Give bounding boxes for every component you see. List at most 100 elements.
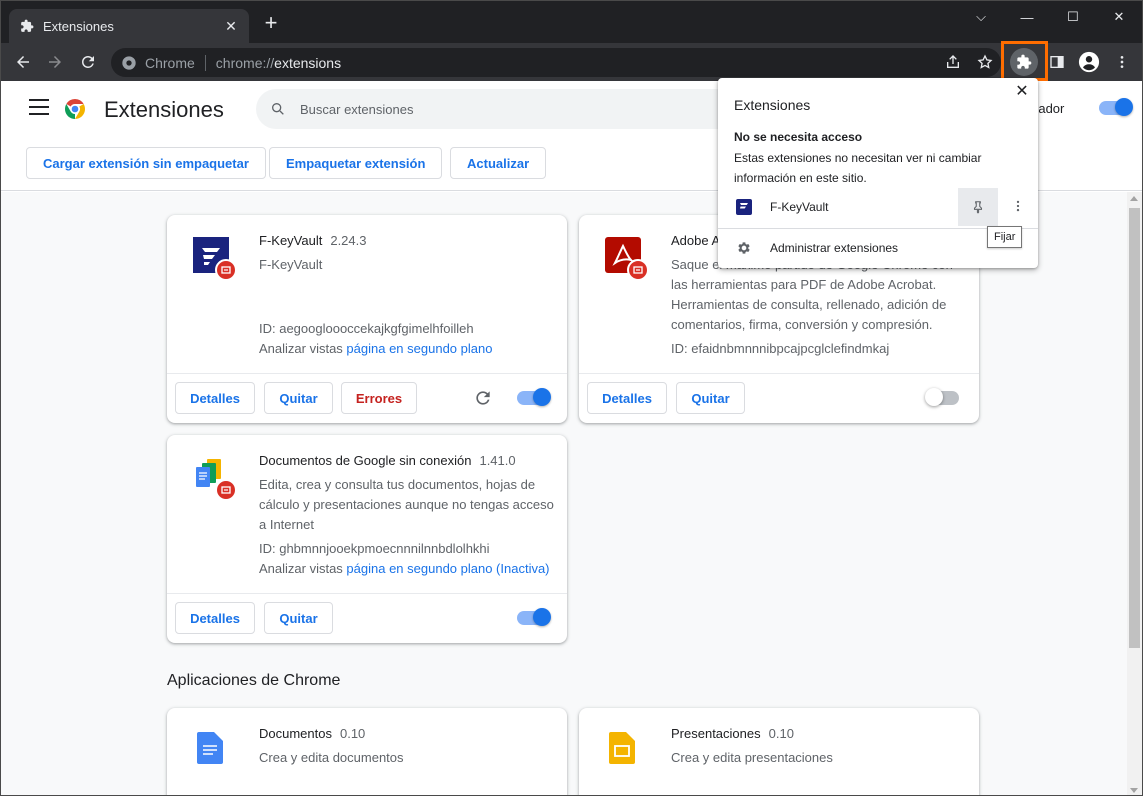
enable-toggle[interactable] [925,388,959,406]
details-button[interactable]: Detalles [587,382,667,414]
extension-name: Adobe A [671,233,721,248]
extension-card-fkeyvault: F-KeyVault 2.24.3 F-KeyVault ID: aegooglo… [167,215,567,423]
load-unpacked-button[interactable]: Cargar extensión sin empaquetar [26,147,266,179]
card-footer: Detalles Quitar [579,373,979,423]
google-docs-icon [197,732,245,780]
errors-button[interactable]: Errores [341,382,417,414]
app-name: Presentaciones [671,726,761,741]
background-page-link[interactable]: página en segundo plano (Inactiva) [346,561,549,576]
inspect-views-label: Analizar vistas [259,341,347,356]
toolbar: Chrome chrome://extensions [1,43,1142,81]
forward-icon[interactable] [41,48,69,76]
chrome-logo-icon [65,99,85,119]
extension-id: ID: aegoogloooccekajkgfgimelhfoilleh [259,321,474,336]
back-icon[interactable] [9,48,37,76]
minimize-button[interactable]: — [1004,1,1050,33]
extension-name: Documentos de Google sin conexión [259,453,472,468]
more-options-icon[interactable] [1008,196,1028,216]
tab-close-icon[interactable]: ✕ [223,18,239,34]
enable-toggle[interactable] [517,608,551,626]
chrome-menu-icon[interactable] [1108,48,1136,76]
close-window-button[interactable]: ✕ [1096,1,1142,33]
docs-offline-icon [193,457,241,505]
url-scheme: chrome:// [215,54,275,71]
omnibox-divider [204,54,206,71]
popup-extension-name: F-KeyVault [770,200,829,214]
extension-card-docs-offline: Documentos de Google sin conexión 1.41.0 … [167,435,567,643]
background-page-link[interactable]: página en segundo plano [346,341,492,356]
bookmark-star-icon[interactable] [971,48,999,76]
scrollbar-thumb[interactable] [1129,208,1140,648]
fkeyvault-icon [193,237,241,285]
background-page-badge-icon [215,259,237,281]
app-name-line: Presentaciones 0.10 [671,726,794,741]
site-chip-label: Chrome [145,54,195,71]
reload-icon[interactable] [74,48,102,76]
inspect-views: Analizar vistas página en segundo plano … [259,561,559,576]
profile-avatar-icon[interactable] [1075,48,1103,76]
menu-icon[interactable] [29,99,49,119]
update-button[interactable]: Actualizar [450,147,547,179]
extension-id: ID: ghbmnnjooekpmoecnnnilnnbdlolhkhi [259,541,490,556]
pin-icon[interactable] [958,188,998,226]
chrome-icon [122,55,136,70]
background-page-badge-icon [215,479,237,501]
remove-button[interactable]: Quitar [264,602,333,634]
no-access-description: Estas extensiones no necesitan ver ni ca… [734,151,982,185]
extension-description: Edita, crea y consulta tus documentos, h… [259,477,554,532]
card-footer: Detalles Quitar [167,593,567,643]
details-button[interactable]: Detalles [175,602,255,634]
page-title: Extensiones [104,97,224,122]
extension-name: F-KeyVault [259,233,323,248]
reload-extension-icon[interactable] [473,388,493,408]
share-icon[interactable] [939,48,967,76]
new-tab-button[interactable]: + [261,12,281,34]
adobe-acrobat-icon [605,237,653,285]
search-bar[interactable] [256,89,756,129]
app-name: Documentos [259,726,332,741]
inspect-views-label: Analizar vistas [259,561,347,576]
search-input[interactable] [300,101,700,117]
inspect-views: Analizar vistas página en segundo plano [259,341,559,356]
browser-window: Extensiones ✕ + ⌵ — ☐ ✕ Chrome chrome://… [0,0,1143,796]
tab-search-icon[interactable]: ⌵ [958,1,1004,33]
app-description: Crea y edita documentos [259,750,404,765]
extension-name-line: Adobe A [671,233,720,248]
extensions-list: F-KeyVault 2.24.3 F-KeyVault ID: aegooglo… [1,192,1127,795]
fkeyvault-small-icon [736,199,752,215]
page-scrollbar[interactable] [1127,192,1142,795]
app-description: Crea y edita presentaciones [671,750,833,765]
no-access-heading: No se necesita acceso [734,130,863,144]
tab-extensions[interactable]: Extensiones ✕ [9,9,249,43]
extension-version: 2.24.3 [330,233,367,248]
google-slides-icon [609,732,657,780]
app-version: 0.10 [768,726,794,741]
popup-close-icon[interactable]: ✕ [1013,83,1031,101]
scroll-down-icon[interactable] [1130,788,1138,793]
maximize-button[interactable]: ☐ [1050,1,1096,33]
app-card-slides: Presentaciones 0.10 Crea y edita presenta… [579,708,979,795]
developer-mode-toggle[interactable] [1099,98,1133,116]
pack-extension-button[interactable]: Empaquetar extensión [269,147,443,179]
app-card-docs: Documentos 0.10 Crea y edita documentos [167,708,567,795]
scroll-up-icon[interactable] [1130,196,1138,201]
puzzle-icon [19,18,35,34]
apps-section-title: Aplicaciones de Chrome [167,672,341,689]
app-version: 0.10 [339,726,366,741]
extensions-button-highlight [1001,41,1048,81]
extension-description: F-KeyVault [259,257,323,272]
manage-extensions-label: Administrar extensiones [770,241,899,255]
enable-toggle[interactable] [517,388,551,406]
title-bar: Extensiones ✕ + ⌵ — ☐ ✕ [1,1,1142,43]
extension-version: 1.41.0 [479,453,516,468]
remove-button[interactable]: Quitar [676,382,745,414]
pin-tooltip: Fijar [987,226,1023,248]
address-bar[interactable]: Chrome chrome://extensions [111,48,1001,77]
app-name-line: Documentos 0.10 [259,726,365,741]
search-icon [272,103,284,115]
card-footer: Detalles Quitar Errores [167,373,567,423]
remove-button[interactable]: Quitar [264,382,333,414]
tab-title: Extensiones [43,18,114,34]
details-button[interactable]: Detalles [175,382,255,414]
popup-title: Extensiones [734,97,811,113]
